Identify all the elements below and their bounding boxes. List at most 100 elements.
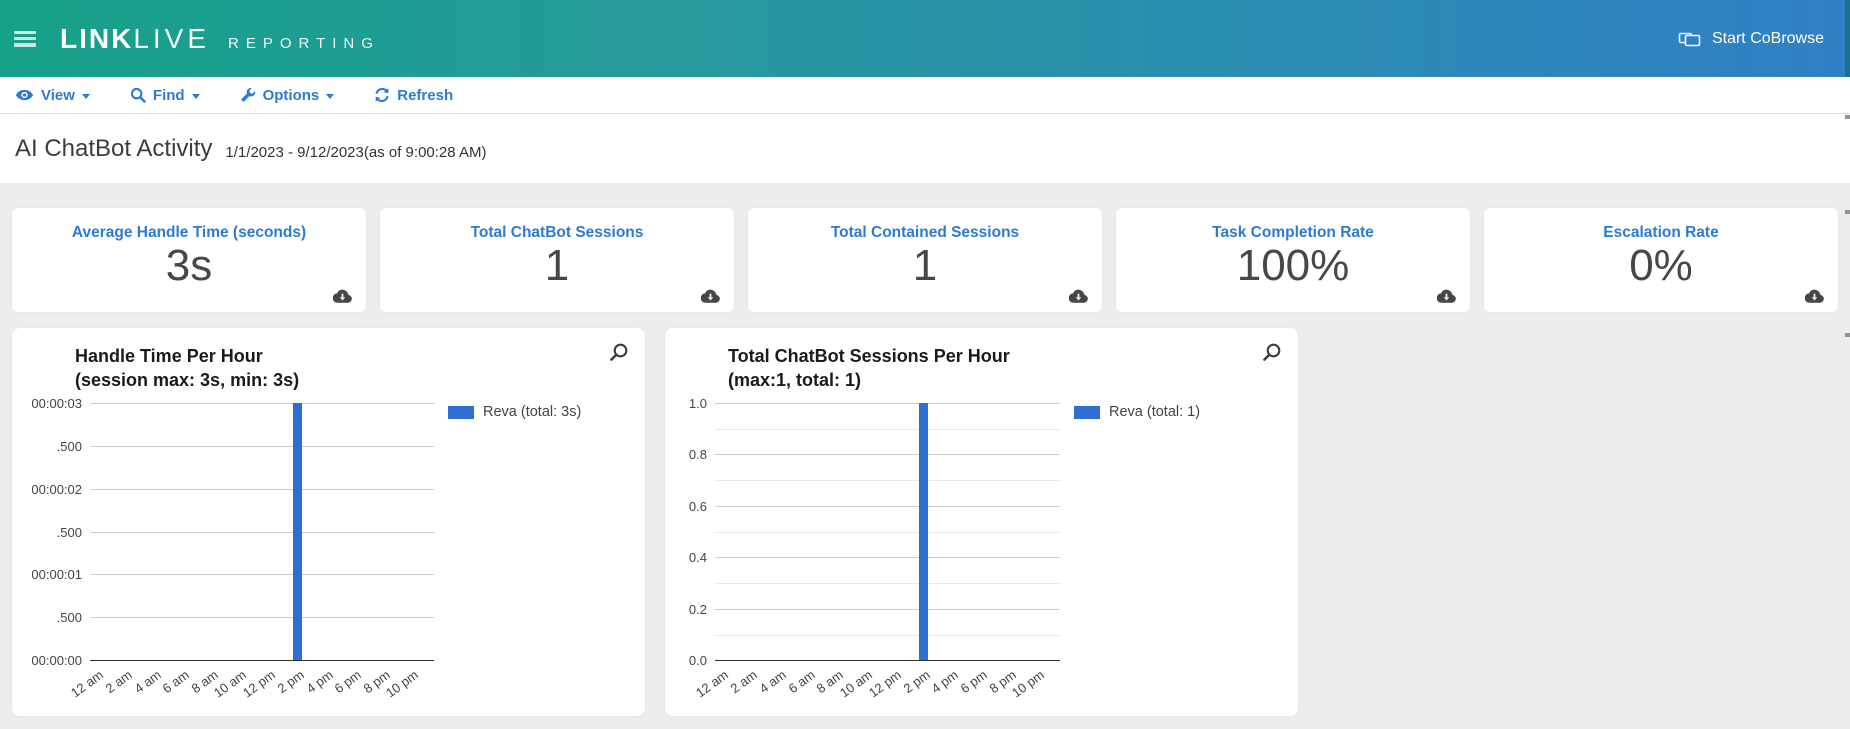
stat-card: Average Handle Time (seconds)3s: [12, 208, 366, 312]
stat-value: 3s: [12, 243, 366, 289]
stat-card: Task Completion Rate100%: [1116, 208, 1470, 312]
stat-label: Total ChatBot Sessions: [380, 224, 734, 242]
hamburger-menu-icon[interactable]: [14, 31, 36, 47]
vertical-scrollbar[interactable]: [1845, 0, 1850, 729]
minor-gridline: [715, 429, 1060, 430]
chart-panels-row: Handle Time Per Hour (session max: 3s, m…: [12, 328, 1850, 716]
cloud-download-icon[interactable]: [333, 289, 352, 303]
stat-cards-row: Average Handle Time (seconds)3sTotal Cha…: [12, 208, 1838, 312]
cobrowse-label: Start CoBrowse: [1712, 30, 1824, 48]
cloud-download-icon[interactable]: [1069, 289, 1088, 303]
x-axis-line: [715, 660, 1060, 662]
logo-reporting-text: REPORTING: [228, 35, 380, 52]
chart-panel-sessions: Total ChatBot Sessions Per Hour (max:1, …: [665, 328, 1298, 716]
minor-gridline: [715, 583, 1060, 584]
x-axis-label: 4 pm: [303, 667, 335, 696]
options-menu-button[interactable]: Options: [240, 87, 335, 104]
gridline: [715, 454, 1060, 455]
y-axis-label: 00:00:02: [12, 482, 82, 497]
y-axis-label: 0.8: [637, 447, 707, 462]
view-menu-button[interactable]: View: [15, 87, 90, 104]
gridline: [90, 532, 434, 533]
wrench-icon: [240, 87, 256, 103]
x-axis-label: 6 am: [160, 667, 192, 696]
stat-card: Total ChatBot Sessions1: [380, 208, 734, 312]
handle-time-chart-plot: 00:00:03.50000:00:02.50000:00:01.50000:0…: [90, 403, 434, 660]
logo-link-text: LINK: [60, 23, 133, 55]
gridline: [90, 403, 434, 404]
gridline: [90, 489, 434, 490]
app-header: LINK LIVE REPORTING Start CoBrowse: [0, 0, 1850, 77]
data-bar[interactable]: [919, 403, 928, 660]
x-axis-label: 2 am: [102, 667, 134, 696]
x-axis-label: 4 pm: [929, 667, 961, 696]
legend-label: Reva (total: 1): [1109, 404, 1200, 420]
refresh-icon: [374, 87, 390, 103]
gridline: [90, 446, 434, 447]
chevron-down-icon: [326, 94, 334, 99]
sessions-chart-plot: 1.00.80.60.40.20.012 am2 am4 am6 am8 am1…: [715, 403, 1060, 660]
y-axis-label: 0.4: [637, 550, 707, 565]
gridline: [90, 574, 434, 575]
legend-swatch: [1074, 406, 1100, 419]
refresh-button[interactable]: Refresh: [374, 87, 453, 104]
stat-label: Total Contained Sessions: [748, 224, 1102, 242]
stat-label: Average Handle Time (seconds): [12, 224, 366, 242]
find-label: Find: [153, 87, 185, 104]
y-axis-label: 0.6: [637, 499, 707, 514]
y-axis-label: 00:00:03: [12, 396, 82, 411]
chart-legend: Reva (total: 1): [1074, 404, 1200, 420]
eye-icon: [15, 88, 34, 102]
y-axis-label: 00:00:00: [12, 653, 82, 668]
y-axis-label: 0.0: [637, 653, 707, 668]
chart-panel-handle-time: Handle Time Per Hour (session max: 3s, m…: [12, 328, 645, 716]
report-toolbar: View Find Options Re: [0, 77, 1850, 114]
magnifier-zoom-icon[interactable]: [609, 342, 629, 362]
y-axis-label: 00:00:01: [12, 567, 82, 582]
cloud-download-icon[interactable]: [1437, 289, 1456, 303]
x-axis-label: 6 am: [785, 667, 817, 696]
magnifier-zoom-icon[interactable]: [1262, 342, 1282, 362]
x-axis-label: 10 am: [211, 667, 249, 700]
legend-label: Reva (total: 3s): [483, 404, 581, 420]
data-bar[interactable]: [293, 403, 302, 660]
chart-title: Handle Time Per Hour (session max: 3s, m…: [75, 344, 299, 392]
chart-legend: Reva (total: 3s): [448, 404, 581, 420]
stat-label: Escalation Rate: [1484, 224, 1838, 242]
y-axis-label: .500: [12, 610, 82, 625]
gridline: [90, 617, 434, 618]
scrollbar-thumb[interactable]: [1845, 0, 1850, 77]
search-icon: [130, 87, 146, 103]
report-date-range: 1/1/2023 - 9/12/2023(as of 9:00:28 AM): [225, 144, 486, 161]
chevron-down-icon: [82, 94, 90, 99]
minor-gridline: [715, 480, 1060, 481]
y-axis-label: 0.2: [637, 602, 707, 617]
chevron-down-icon: [192, 94, 200, 99]
chart-title: Total ChatBot Sessions Per Hour (max:1, …: [728, 344, 1010, 392]
cobrowse-screens-icon: [1678, 30, 1702, 48]
start-cobrowse-button[interactable]: Start CoBrowse: [1678, 0, 1824, 77]
gridline: [715, 609, 1060, 610]
x-axis-label: 4 am: [756, 667, 788, 696]
logo-live-text: LIVE: [133, 23, 210, 55]
x-axis-label: 6 pm: [332, 667, 364, 696]
gridline: [715, 403, 1060, 404]
x-axis-label: 10 pm: [383, 667, 421, 700]
legend-swatch: [448, 406, 474, 419]
x-axis-label: 10 am: [837, 667, 875, 700]
find-menu-button[interactable]: Find: [130, 87, 200, 104]
cloud-download-icon[interactable]: [1805, 289, 1824, 303]
x-axis-label: 12 am: [68, 667, 106, 700]
cloud-download-icon[interactable]: [701, 289, 720, 303]
gridline: [715, 506, 1060, 507]
app-logo: LINK LIVE REPORTING: [60, 23, 380, 55]
stat-value: 100%: [1116, 243, 1470, 289]
refresh-label: Refresh: [397, 87, 453, 104]
stat-value: 1: [380, 243, 734, 289]
y-axis-label: .500: [12, 525, 82, 540]
x-axis-label: 2 pm: [900, 667, 932, 696]
page-title: AI ChatBot Activity: [15, 135, 212, 163]
minor-gridline: [715, 635, 1060, 636]
x-axis-line: [90, 660, 434, 662]
view-label: View: [41, 87, 75, 104]
